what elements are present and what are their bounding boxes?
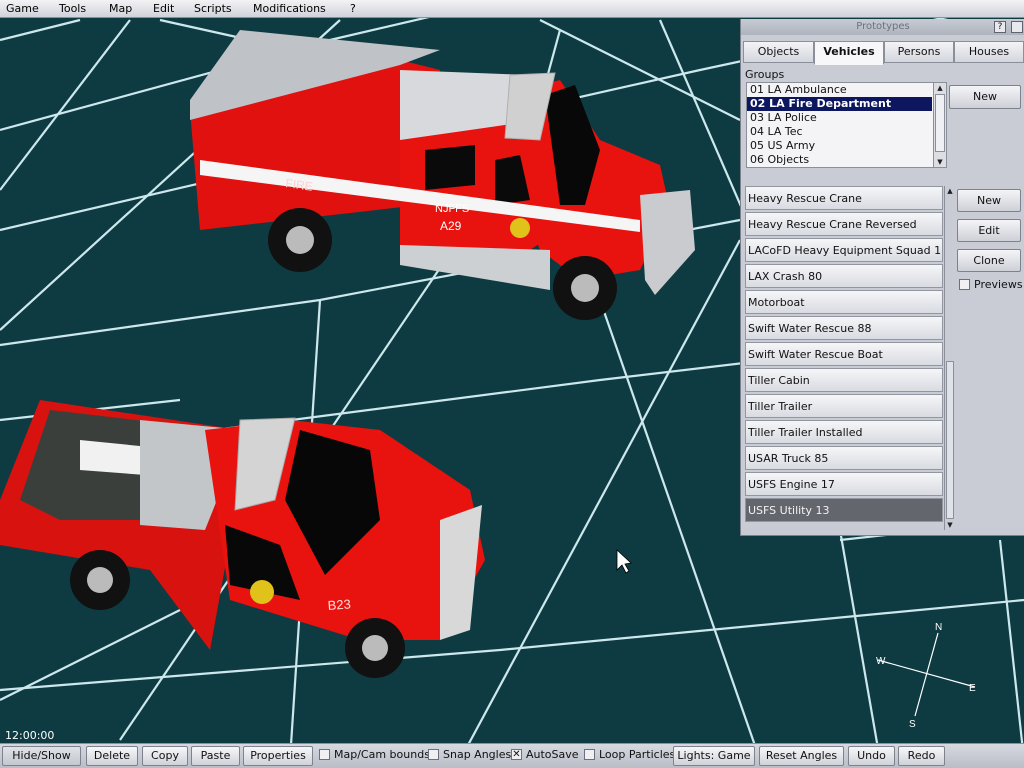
menu-edit[interactable]: Edit (153, 2, 194, 15)
copy-button[interactable]: Copy (142, 746, 188, 766)
panel-help-button[interactable]: ? (994, 21, 1006, 33)
paste-button[interactable]: Paste (191, 746, 240, 766)
menu-game[interactable]: Game (6, 2, 59, 15)
menu-map[interactable]: Map (109, 2, 153, 15)
previews-checkbox-box[interactable] (959, 279, 970, 290)
new-group-button[interactable]: New (949, 85, 1021, 109)
panel-restore-icon[interactable] (1011, 21, 1023, 33)
truck1-number: A29 (440, 219, 462, 233)
group-item[interactable]: 03 LA Police (747, 111, 946, 125)
truck2-number: B23 (327, 596, 351, 613)
delete-button[interactable]: Delete (86, 746, 138, 766)
autosave-label: AutoSave (526, 748, 579, 761)
compass-e: E (969, 683, 976, 694)
vehicle-item[interactable]: Swift Water Rescue 88 (745, 316, 943, 340)
scroll-up-icon[interactable]: ▲ (934, 83, 946, 93)
checkbox-box[interactable] (319, 749, 330, 760)
group-item[interactable]: 04 LA Tec (747, 125, 946, 139)
tab-objects[interactable]: Objects (743, 41, 814, 63)
hide-show-button[interactable]: Hide/Show (2, 746, 81, 766)
prototypes-panel: Prototypes ? Objects Vehicles Persons Ho… (740, 19, 1024, 536)
checkbox-box[interactable] (584, 749, 595, 760)
vehicle-item[interactable]: Tiller Cabin (745, 368, 943, 392)
snap-angles-label: Snap Angles (443, 748, 512, 761)
edit-prototype-button[interactable]: Edit (957, 219, 1021, 242)
map-cam-bounds-label: Map/Cam bounds (334, 748, 430, 761)
groups-scrollbar[interactable]: ▲ ▼ (933, 83, 946, 167)
vehicle-item[interactable]: LACoFD Heavy Equipment Squad 1 (745, 238, 943, 262)
compass-w: W (876, 656, 886, 667)
group-item[interactable]: 06 Objects (747, 153, 946, 167)
tab-houses[interactable]: Houses (954, 41, 1024, 63)
vehicle-item[interactable]: USAR Truck 85 (745, 446, 943, 470)
group-item[interactable]: 01 LA Ambulance (747, 83, 946, 97)
redo-button[interactable]: Redo (898, 746, 945, 766)
group-item-selected[interactable]: 02 LA Fire Department (747, 97, 932, 111)
prototypes-title: Prototypes (741, 19, 1024, 35)
scroll-thumb[interactable] (946, 361, 954, 519)
menu-modifications[interactable]: Modifications (253, 2, 350, 15)
vehicle-item[interactable]: USFS Engine 17 (745, 472, 943, 496)
menu-bar: Game Tools Map Edit Scripts Modification… (0, 0, 1024, 18)
compass-s: S (909, 719, 916, 730)
vehicle-item[interactable]: Heavy Rescue Crane (745, 186, 943, 210)
menu-help[interactable]: ? (350, 2, 356, 15)
vehicle-item[interactable]: Tiller Trailer (745, 394, 943, 418)
vehicle-item[interactable]: Tiller Trailer Installed (745, 420, 943, 444)
new-prototype-button[interactable]: New (957, 189, 1021, 212)
truck1-door-text: NJFFS (435, 203, 469, 215)
checkbox-box[interactable] (428, 749, 439, 760)
vehicle-item-selected[interactable]: USFS Utility 13 (745, 498, 943, 522)
tab-persons[interactable]: Persons (884, 41, 954, 63)
menu-tools[interactable]: Tools (59, 2, 109, 15)
undo-button[interactable]: Undo (848, 746, 895, 766)
scroll-thumb[interactable] (935, 94, 945, 152)
scroll-down-icon[interactable]: ▼ (934, 157, 946, 167)
vehicle-item[interactable]: LAX Crash 80 (745, 264, 943, 288)
vehicle-list-scrollbar[interactable]: ▲ ▼ (944, 186, 955, 530)
previews-checkbox[interactable]: Previews (959, 278, 1023, 291)
utility-pickup-model[interactable]: B23 (0, 400, 485, 678)
previews-label: Previews (974, 278, 1023, 291)
vehicle-item[interactable]: Swift Water Rescue Boat (745, 342, 943, 366)
menu-scripts[interactable]: Scripts (194, 2, 253, 15)
properties-button[interactable]: Properties (243, 746, 313, 766)
scroll-down-icon[interactable]: ▼ (945, 520, 955, 530)
reset-angles-button[interactable]: Reset Angles (759, 746, 844, 766)
loop-particles-label: Loop Particles (599, 748, 676, 761)
vehicle-item[interactable]: Motorboat (745, 290, 943, 314)
map-cam-bounds-checkbox[interactable]: Map/Cam bounds (319, 748, 430, 761)
checkbox-checked-icon[interactable]: ✕ (511, 749, 522, 760)
game-clock: 12:00:00 (5, 729, 55, 742)
vehicle-item[interactable]: Heavy Rescue Crane Reversed (745, 212, 943, 236)
scroll-up-icon[interactable]: ▲ (945, 186, 955, 196)
compass-n: N (935, 622, 942, 633)
groups-label: Groups (745, 68, 785, 81)
autosave-checkbox[interactable]: ✕ AutoSave (511, 748, 579, 761)
loop-particles-checkbox[interactable]: Loop Particles (584, 748, 675, 761)
vehicle-list[interactable]: Heavy Rescue Crane Heavy Rescue Crane Rev… (745, 186, 943, 530)
mouse-cursor-icon (616, 549, 632, 574)
tab-vehicles[interactable]: Vehicles (814, 41, 884, 65)
group-item[interactable]: 05 US Army (747, 139, 946, 153)
snap-angles-checkbox[interactable]: Snap Angles (428, 748, 511, 761)
groups-list[interactable]: 01 LA Ambulance 02 LA Fire Department 03… (746, 82, 947, 168)
compass-rose-icon (877, 632, 976, 717)
lights-mode-button[interactable]: Lights: Game (673, 746, 755, 766)
bottom-toolbar: Hide/Show Delete Copy Paste Properties M… (0, 743, 1024, 768)
clone-prototype-button[interactable]: Clone (957, 249, 1021, 272)
